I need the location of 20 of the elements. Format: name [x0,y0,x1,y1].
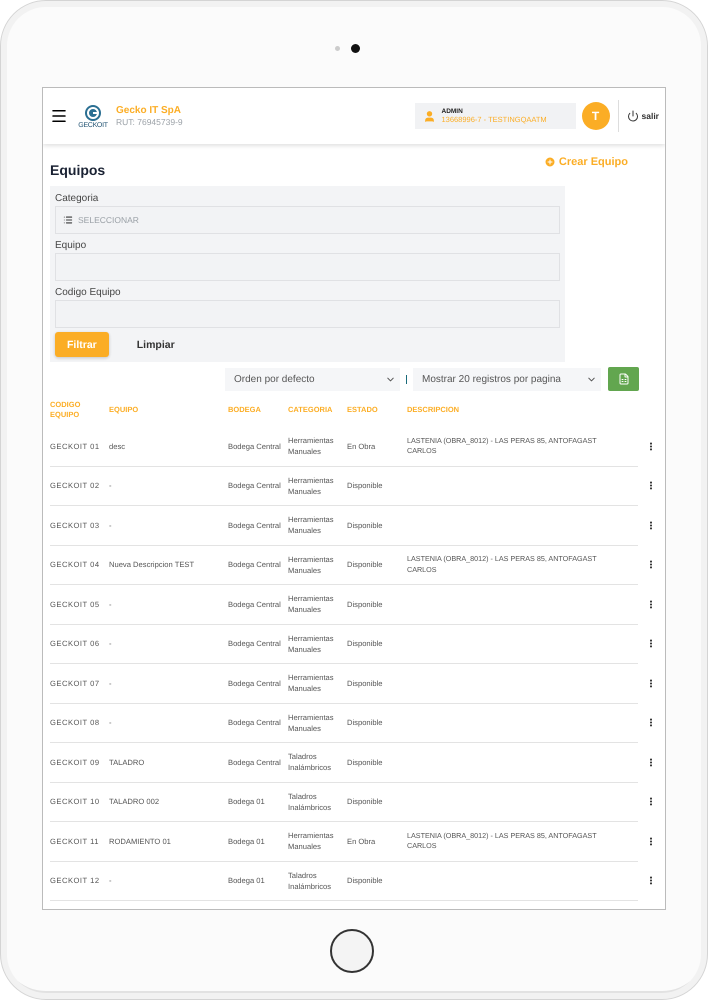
menu-icon[interactable] [50,107,68,125]
list-icon [63,215,73,225]
export-button[interactable] [608,367,639,391]
power-icon [626,110,638,122]
logo-icon [84,104,102,122]
logout-button[interactable]: salir [626,110,665,122]
plus-icon [544,156,556,168]
field-label: Codigo Equipo [55,287,122,298]
camera-dot [351,44,360,52]
field-label: Equipo [55,240,88,251]
spreadsheet-icon [618,373,630,385]
clear-button[interactable]: Limpiar [124,332,187,357]
user-icon [422,110,436,122]
sort-select[interactable]: Orden por defecto [225,368,400,390]
page-size-select[interactable]: Mostrar 20 registros por pagina [413,368,601,390]
sensor-dot [335,46,340,50]
company-rut: RUT: 76945739-9 [116,117,183,127]
company-name: Gecko IT SpA [116,105,182,116]
field-label: Categoria [55,193,100,204]
page-title: Equipos [50,162,106,178]
